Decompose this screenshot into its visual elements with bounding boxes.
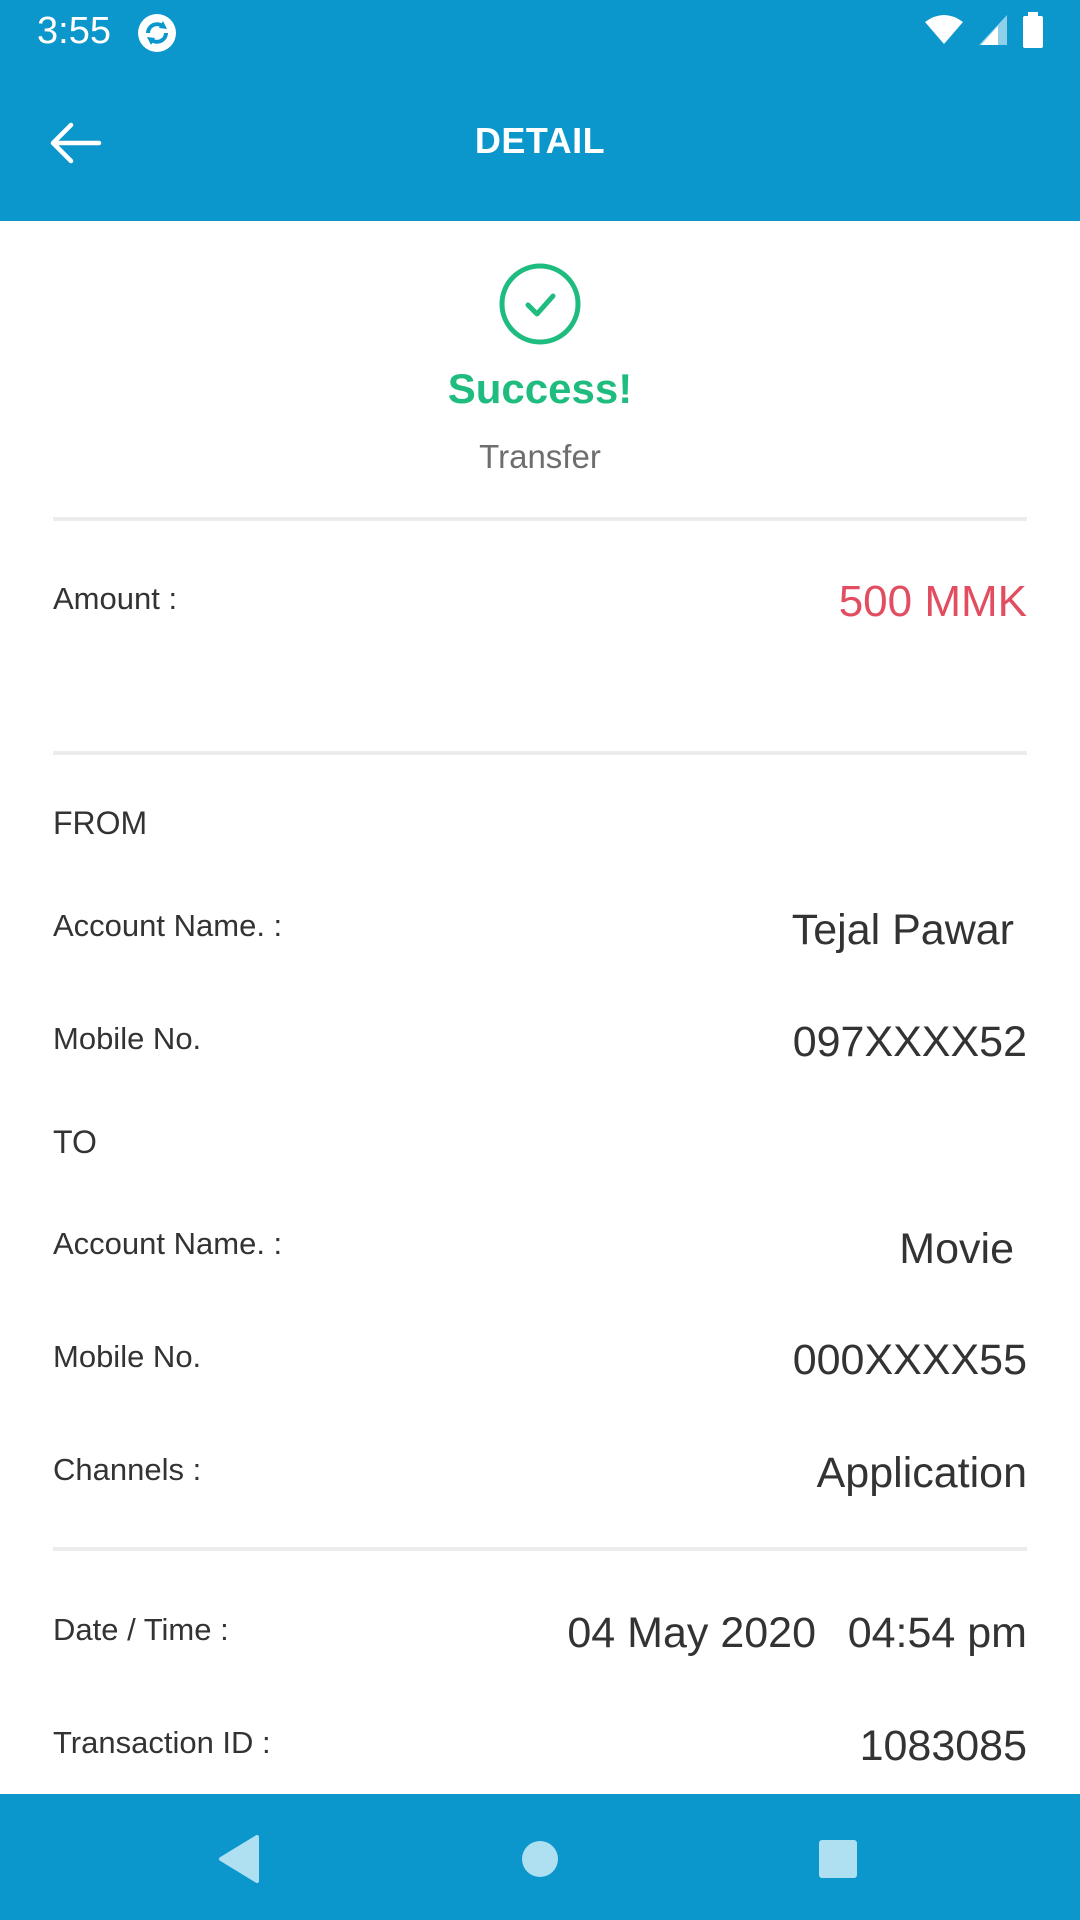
check-circle-icon bbox=[499, 263, 581, 345]
transaction-id-label: Transaction ID : bbox=[53, 1725, 271, 1760]
from-mobile-value: 097XXXX52 bbox=[792, 1018, 1027, 1066]
to-heading: TO bbox=[53, 1124, 97, 1160]
recents-square-icon bbox=[819, 1840, 857, 1878]
nav-home-button[interactable] bbox=[510, 1829, 570, 1889]
datetime-label: Date / Time : bbox=[53, 1612, 229, 1647]
divider bbox=[53, 517, 1027, 521]
from-mobile-label: Mobile No. bbox=[53, 1021, 202, 1056]
system-nav-bar bbox=[0, 1794, 1080, 1920]
battery-icon bbox=[1023, 12, 1043, 48]
channels-value: Application bbox=[816, 1449, 1027, 1497]
transaction-type: Transfer bbox=[479, 438, 601, 475]
signal-icon bbox=[979, 15, 1007, 45]
nav-recents-button[interactable] bbox=[808, 1829, 868, 1889]
status-icons bbox=[924, 12, 1044, 48]
page-title: DETAIL bbox=[474, 120, 606, 161]
from-account-name-label: Account Name. : bbox=[53, 908, 283, 943]
home-circle-icon bbox=[522, 1841, 558, 1877]
back-triangle-icon bbox=[219, 1835, 259, 1883]
amount-label: Amount : bbox=[53, 581, 178, 616]
screen: 3:55 DETAIL Success! Transfer Amount: 5… bbox=[0, 0, 1080, 1920]
success-title: Success! bbox=[447, 365, 633, 412]
app-bar: DETAIL bbox=[0, 66, 1080, 221]
amount-value: 500 MMK bbox=[838, 577, 1027, 626]
to-account-name-label: Account Name. : bbox=[53, 1226, 283, 1261]
to-account-name-value: Movie bbox=[899, 1225, 1014, 1273]
to-mobile-label: Mobile No. bbox=[53, 1339, 202, 1374]
channels-label: Channels : bbox=[53, 1452, 202, 1487]
wifi-icon bbox=[925, 15, 963, 44]
app-sync-icon bbox=[138, 14, 176, 52]
to-mobile-value: 000XXXX55 bbox=[792, 1336, 1027, 1384]
datetime-time-value: 04:54 pm bbox=[847, 1609, 1027, 1657]
transaction-id-value: 1083085 bbox=[859, 1722, 1027, 1770]
nav-back-button[interactable] bbox=[209, 1829, 269, 1889]
from-heading: FROM bbox=[53, 805, 148, 841]
from-account-name-value: Tejal Pawar bbox=[791, 906, 1014, 954]
status-time: 3:55 bbox=[37, 10, 111, 52]
datetime-date-value: 04 May 2020 bbox=[567, 1609, 816, 1657]
divider bbox=[53, 1547, 1027, 1551]
divider bbox=[53, 751, 1027, 755]
status-bar: 3:55 bbox=[0, 0, 1080, 66]
